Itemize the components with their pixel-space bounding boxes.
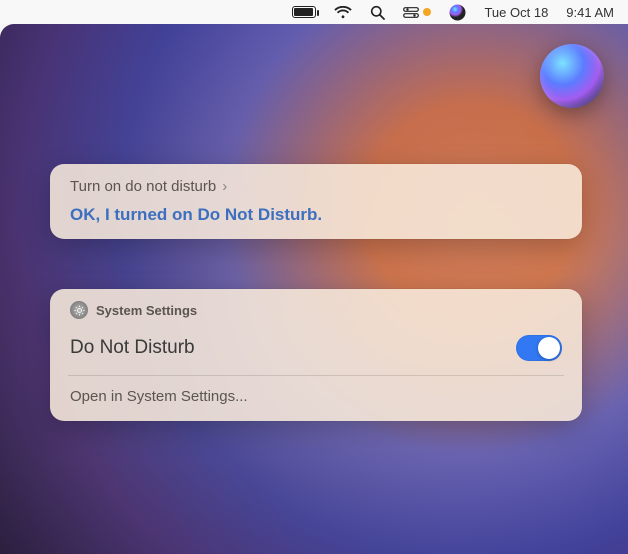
control-center-icon[interactable]: [403, 7, 431, 18]
settings-card: System Settings Do Not Disturb Open in S…: [50, 289, 582, 421]
settings-title: Do Not Disturb: [70, 337, 195, 359]
siri-response-text: OK, I turned on Do Not Disturb.: [70, 205, 562, 225]
dnd-toggle[interactable]: [516, 335, 562, 361]
spotlight-icon[interactable]: [370, 5, 385, 20]
menubar-date[interactable]: Tue Oct 18: [484, 5, 548, 20]
siri-icon[interactable]: [449, 4, 466, 21]
settings-toggle-row: Do Not Disturb: [70, 329, 562, 375]
menubar-time[interactable]: 9:41 AM: [566, 5, 614, 20]
gear-icon: [70, 301, 88, 319]
siri-query-text: Turn on do not disturb: [70, 178, 216, 195]
menubar: Tue Oct 18 9:41 AM: [0, 0, 628, 24]
siri-orb[interactable]: [540, 44, 604, 108]
wifi-icon[interactable]: [334, 6, 352, 19]
battery-icon[interactable]: [292, 6, 316, 18]
chevron-right-icon: ›: [222, 178, 227, 195]
status-dot-icon: [423, 8, 431, 16]
settings-card-header: System Settings: [70, 301, 562, 319]
open-in-settings-link[interactable]: Open in System Settings...: [70, 376, 562, 411]
siri-panel: Turn on do not disturb › OK, I turned on…: [50, 164, 582, 239]
desktop-wallpaper: Turn on do not disturb › OK, I turned on…: [0, 24, 628, 554]
settings-card-source: System Settings: [96, 303, 197, 318]
siri-query-row[interactable]: Turn on do not disturb ›: [70, 178, 562, 195]
